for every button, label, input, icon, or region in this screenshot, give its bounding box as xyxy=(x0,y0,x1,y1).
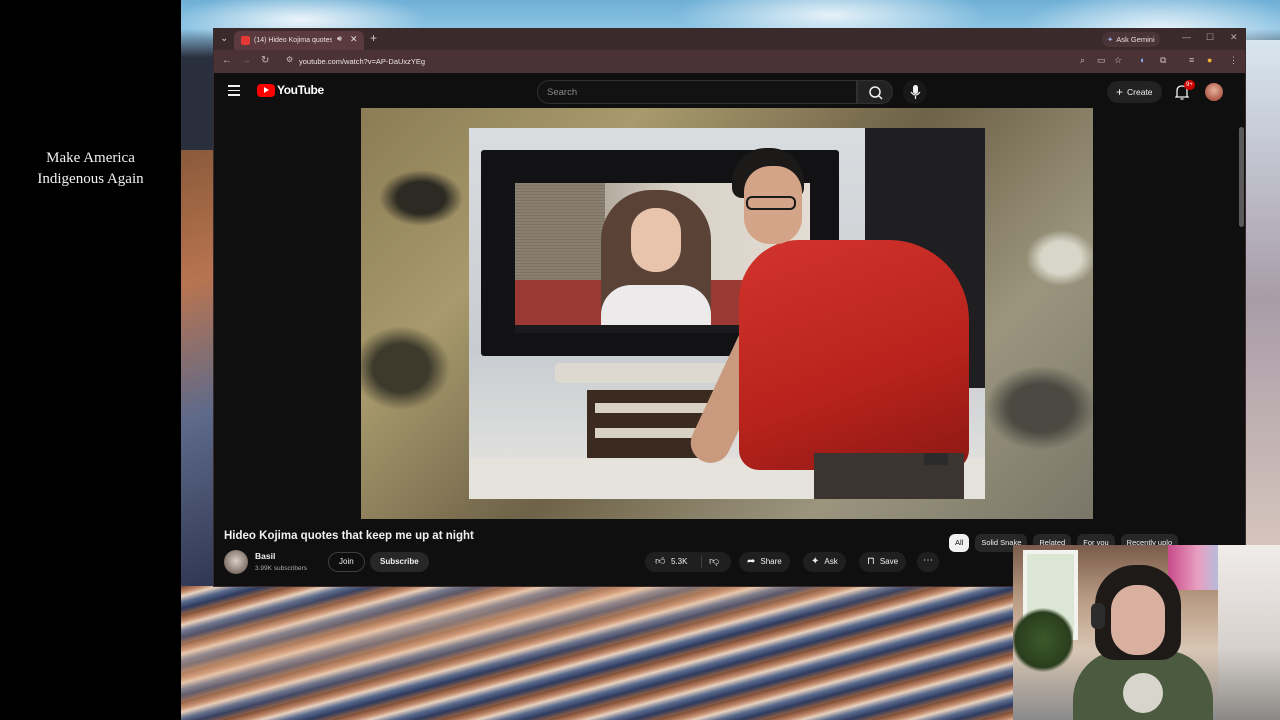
search-placeholder: Search xyxy=(547,87,578,98)
sparkle-icon: ✦ xyxy=(811,556,820,567)
ask-gemini-button[interactable]: ✦ Ask Gemini xyxy=(1102,32,1160,47)
tab-bar: ⌄ (14) Hideo Kojima quotes t 🔊︎ ✕ + ✦ Ask… xyxy=(214,29,1245,50)
subscriber-count: 3.99K subscribers xyxy=(255,565,308,572)
screen: Make America Indigenous Again ⌄ (14) Hid… xyxy=(0,0,1280,720)
thumbs-up-icon[interactable]: 👍︎ xyxy=(655,555,665,567)
new-tab-icon[interactable]: + xyxy=(370,31,377,45)
video-man-in-red-shirt xyxy=(684,148,974,499)
ask-label: Ask xyxy=(824,557,838,566)
share-button[interactable]: ➦ Share xyxy=(739,552,790,572)
video-woman-on-screen xyxy=(601,190,711,330)
menu-icon[interactable] xyxy=(228,85,240,96)
wallpaper-sky-right xyxy=(1245,40,1280,560)
bookmark-icon: ⊓ xyxy=(867,556,875,567)
like-dislike-group: 👍︎ 5.3K 👎︎ xyxy=(645,552,731,572)
thumbs-down-icon[interactable]: 👎︎ xyxy=(709,555,719,567)
like-count[interactable]: 5.3K xyxy=(671,556,687,568)
video-frame xyxy=(469,128,985,499)
plus-icon: + xyxy=(1116,85,1124,99)
browser-menu-icon[interactable]: ⋮ xyxy=(1229,55,1238,66)
forward-icon[interactable]: → xyxy=(241,55,251,66)
zoom-icon[interactable]: ⌕ xyxy=(1080,55,1085,66)
profile-icon[interactable]: ● xyxy=(1207,55,1212,65)
extension-icon[interactable]: ◐ xyxy=(1140,55,1145,65)
minimize-icon[interactable]: — xyxy=(1182,32,1191,42)
join-button[interactable]: Join xyxy=(328,552,365,572)
save-button[interactable]: ⊓ Save xyxy=(859,552,907,572)
overlay-line-1: Make America xyxy=(46,150,135,166)
chip-all[interactable]: All xyxy=(949,534,970,552)
wallpaper-rock-left xyxy=(181,150,216,590)
create-button[interactable]: + Create xyxy=(1107,81,1162,103)
youtube-logo-text: YouTube xyxy=(277,83,324,97)
active-tab[interactable]: (14) Hideo Kojima quotes t 🔊︎ ✕ xyxy=(234,31,364,50)
youtube-page: YouTube Search + Create 9+ Hideo Kojima … xyxy=(214,73,1245,586)
channel-name[interactable]: Basil xyxy=(255,551,275,562)
search-icon xyxy=(869,86,883,100)
headset-icon xyxy=(1091,603,1105,629)
microphone-icon xyxy=(910,85,921,99)
webcam-overlay xyxy=(1013,545,1280,720)
overlay-caption: Make America Indigenous Again xyxy=(0,148,181,190)
browser-window: ⌄ (14) Hideo Kojima quotes t 🔊︎ ✕ + ✦ Ask… xyxy=(213,28,1246,587)
page-scrollbar[interactable] xyxy=(1239,127,1244,227)
subscribe-button[interactable]: Subscribe xyxy=(370,552,429,572)
close-tab-icon[interactable]: ✕ xyxy=(350,34,358,45)
gemini-star-icon: ✦ xyxy=(1107,35,1114,44)
bookmark-star-icon[interactable]: ☆ xyxy=(1114,55,1122,66)
extensions-puzzle-icon[interactable]: ⧉ xyxy=(1160,55,1166,66)
share-label: Share xyxy=(760,557,782,566)
search-input[interactable]: Search xyxy=(537,80,857,104)
save-label: Save xyxy=(879,557,899,566)
video-player[interactable] xyxy=(361,108,1093,519)
stream-side-panel: Make America Indigenous Again xyxy=(0,0,181,720)
close-window-icon[interactable]: ✕ xyxy=(1230,32,1238,43)
voice-search-button[interactable] xyxy=(903,80,927,104)
more-actions-button[interactable]: ⋯ xyxy=(917,552,939,572)
tab-search-icon[interactable]: ⌄ xyxy=(220,33,228,45)
ask-button[interactable]: ✦ Ask xyxy=(803,552,846,572)
video-title: Hideo Kojima quotes that keep me up at n… xyxy=(224,530,474,542)
tab-media-icon[interactable]: ≡ xyxy=(1189,55,1194,65)
ask-gemini-label: Ask Gemini xyxy=(1116,35,1155,44)
tab-title: (14) Hideo Kojima quotes t xyxy=(254,37,332,44)
youtube-favicon-icon xyxy=(241,36,250,45)
notification-badge: 9+ xyxy=(1184,80,1195,90)
create-label: Create xyxy=(1127,87,1153,97)
youtube-play-icon xyxy=(257,84,275,97)
cast-icon[interactable]: ▭ xyxy=(1097,55,1106,66)
search-button[interactable] xyxy=(857,80,893,104)
back-icon[interactable]: ← xyxy=(222,55,232,66)
site-info-icon[interactable]: ⚙ xyxy=(286,55,293,64)
share-arrow-icon: ➦ xyxy=(747,556,756,567)
channel-avatar[interactable] xyxy=(224,550,248,574)
account-avatar[interactable] xyxy=(1205,83,1223,101)
speaker-icon[interactable]: 🔊︎ xyxy=(337,34,342,44)
address-bar: ← → ↻ ⚙ youtube.com/watch?v=AP-DaUxzYEg … xyxy=(214,50,1245,73)
url-field[interactable]: youtube.com/watch?v=AP-DaUxzYEg xyxy=(299,55,425,68)
maximize-icon[interactable]: ☐ xyxy=(1206,32,1214,43)
overlay-line-2: Indigenous Again xyxy=(37,171,144,187)
wallpaper-rock-bottom xyxy=(181,586,1016,720)
reload-icon[interactable]: ↻ xyxy=(261,55,269,66)
